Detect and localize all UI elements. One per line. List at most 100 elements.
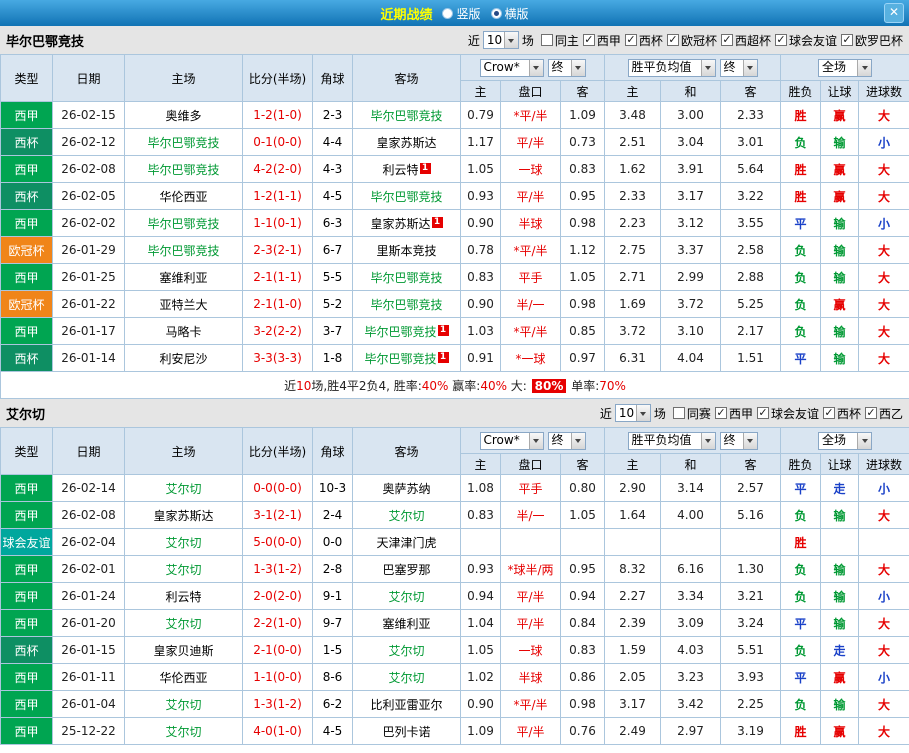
handicap-result-cell: 赢 [820,717,859,745]
team-name: 毕尔巴鄂竞技 [6,34,85,50]
filter-label: 西甲 [596,33,621,48]
home-team-cell: 亚特兰大 [124,290,243,318]
filter-checkbox[interactable]: ✓ 球会友谊 [756,405,819,422]
team-band: 艾尔切 近 10 场 同赛 ✓ 西甲 ✓ 球会友谊 ✓ 西杯 ✓ 西乙 [0,399,909,427]
goals-result-cell: 大 [857,636,909,664]
filter-checkbox[interactable]: ✓ 西甲 [582,32,621,49]
filter-checkbox[interactable]: ✓ 西杯 [624,32,663,49]
filter-label: 西超杯 [734,33,771,48]
corner-cell: 4-3 [312,155,353,183]
odds-home-cell: 1.03 [460,317,501,345]
odds-home-cell: 0.91 [460,344,501,372]
avg-draw-cell: 4.00 [660,501,721,529]
filter-checkbox[interactable]: ✓ 西甲 [714,405,753,422]
goals-result-cell: 大 [857,182,909,210]
league-type-cell: 西甲 [0,717,53,745]
result-cell: 平 [780,344,821,372]
near-label: 近 [467,33,480,48]
odds-away-cell: 0.97 [560,344,605,372]
odds-away-cell: 1.05 [560,263,605,291]
col-header-away: 客场 [352,427,461,475]
odds-company-select[interactable]: Crow* [479,58,544,77]
result-cell: 负 [780,501,821,529]
date-cell: 26-02-08 [52,501,125,529]
date-cell: 26-01-25 [52,263,125,291]
team-name-text: 艾尔切 [165,562,202,577]
match-row: 西甲 26-02-14 艾尔切 0-0(0-0) 10-3 奥萨苏纳 1.08 平手 0.80 2… [0,474,909,502]
goals-result-cell: 大 [857,317,909,345]
team-name-text: 艾尔切 [388,589,425,604]
filter-checkbox[interactable]: ✓ 西乙 [864,405,903,422]
odds-home-cell: 0.90 [460,690,501,718]
avg-draw-cell: 3.37 [660,236,721,264]
chevron-down-icon [528,432,543,449]
filter-checkbox[interactable]: ✓ 欧罗巴杯 [840,32,903,49]
scope-select[interactable]: 全场 [818,58,873,77]
avg-time-select[interactable]: 终 [719,431,758,450]
filter-checkbox[interactable]: ✓ 欧冠杯 [666,32,717,49]
checkbox-icon: ✓ [720,33,733,46]
match-count-select[interactable]: 10 [614,404,651,422]
recent-results-window: 近期战绩 竖版 横版 ✕ 毕尔巴鄂竞技 近 10 场 同主 ✓ 西甲 ✓ 西杯 ✓ 欧冠杯 ✓ 西… [0,0,909,753]
odds-away-cell: 0.94 [560,582,605,610]
corner-cell: 9-1 [312,582,353,610]
avg-time-select[interactable]: 终 [719,58,758,77]
handicap-line-cell: *平/半 [500,101,561,129]
handicap-result-cell: 输 [820,582,859,610]
col-header-date: 日期 [52,427,125,475]
filter-checkbox[interactable]: ✓ 球会友谊 [774,32,837,49]
score-cell: 1-3(1-2) [242,690,313,718]
team-name-text: 华伦西亚 [159,670,208,685]
handicap-line-cell: *一球 [500,344,561,372]
filter-checkbox[interactable]: ✓ 西超杯 [720,32,771,49]
filter-checkbox[interactable]: 同赛 [672,405,711,422]
checkbox-icon: ✓ [666,33,679,46]
corner-cell: 4-4 [312,128,353,156]
home-team-cell: 毕尔巴鄂竞技 [124,236,243,264]
away-team-cell: 毕尔巴鄂竞技 [352,101,461,129]
odds-away-cell: 1.09 [560,101,605,129]
match-row: 球会友谊 26-02-04 艾尔切 5-0(0-0) 0-0 天津津门虎 胜 [0,528,909,556]
home-team-cell: 奥维多 [124,101,243,129]
col-header-type: 类型 [0,427,53,475]
goals-result-cell: 大 [857,290,909,318]
team-name-text: 巴列卡诺 [382,724,431,739]
filter-checkbox[interactable]: ✓ 西杯 [822,405,861,422]
avg-draw-cell: 3.10 [660,317,721,345]
score-cell: 3-2(2-2) [242,317,313,345]
date-cell: 26-02-14 [52,474,125,502]
col-header-score: 比分(半场) [242,427,313,475]
corner-cell: 5-5 [312,263,353,291]
layout-radio[interactable]: 横版 [490,5,529,22]
avg-away-cell [720,528,781,556]
avg-draw-cell: 3.14 [660,474,721,502]
avg-home-cell: 3.48 [604,101,661,129]
close-button[interactable]: ✕ [884,3,904,23]
match-row: 西甲 26-02-15 奥维多 1-2(1-0) 2-3 毕尔巴鄂竞技 0.79 *平/半 1.… [0,101,909,129]
corner-cell: 2-3 [312,101,353,129]
score-cell: 4-2(2-0) [242,155,313,183]
score-cell: 2-0(2-0) [242,582,313,610]
handicap-result-cell: 输 [820,690,859,718]
team-name-text: 塞维利亚 [382,616,431,631]
avg-away-cell: 3.55 [720,209,781,237]
corner-cell: 5-2 [312,290,353,318]
col-header-odds-away: 客 [560,80,605,102]
result-cell: 平 [780,209,821,237]
league-type-cell: 西甲 [0,155,53,183]
odds-time-select[interactable]: 终 [547,431,586,450]
odds-company-select[interactable]: Crow* [479,431,544,450]
col-header-result: 胜负 [780,80,821,102]
match-count-select[interactable]: 10 [482,31,519,49]
team-name-text: 艾尔切 [165,616,202,631]
filter-checkbox[interactable]: 同主 [540,32,579,49]
handicap-result-cell: 赢 [820,663,859,691]
avg-type-select[interactable]: 胜平负均值 [627,58,716,77]
avg-type-select[interactable]: 胜平负均值 [627,431,716,450]
odds-time-select[interactable]: 终 [547,58,586,77]
match-row: 西甲 26-02-08 毕尔巴鄂竞技 4-2(2-0) 4-3 利云特 1 1.05 一球 0.8… [0,155,909,183]
scope-select[interactable]: 全场 [818,431,873,450]
col-header-goals: 进球数 [857,453,909,475]
layout-radio[interactable]: 竖版 [442,5,481,22]
radio-icon [490,7,502,19]
